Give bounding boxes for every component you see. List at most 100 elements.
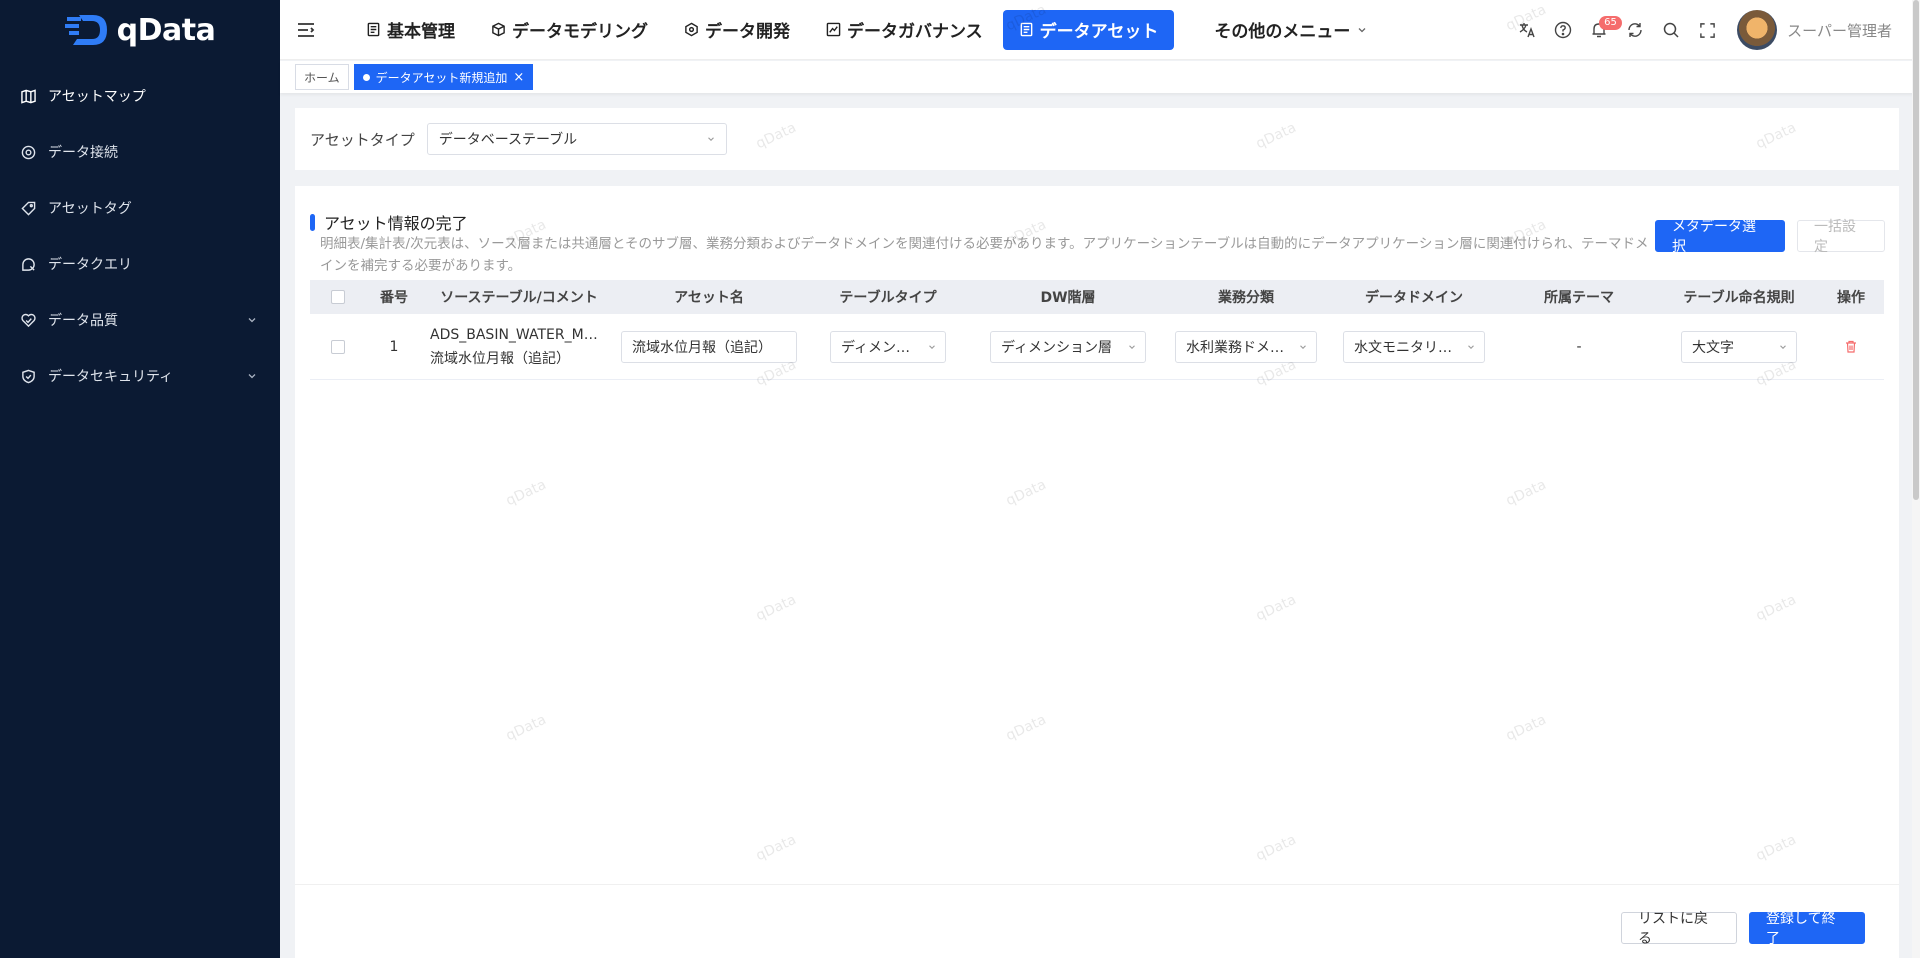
hexagon-icon [685, 22, 698, 37]
naming-rule-value: 大文字 [1692, 339, 1734, 356]
topnav-label: 基本管理 [387, 22, 455, 42]
register-and-finish-button[interactable]: 登録して終了 [1749, 911, 1865, 947]
active-dot-icon [362, 73, 370, 81]
menu-toggle-icon[interactable] [296, 22, 316, 38]
sidebar-item-asset-map[interactable]: アセットマップ [0, 68, 280, 124]
title-accent-bar [310, 213, 315, 231]
search-icon[interactable] [1653, 12, 1689, 48]
sidebar-item-label: データセキュリティ [48, 369, 174, 385]
header-asset-name: アセット名 [674, 290, 744, 306]
business-category-cell: 水利業務ドメイン [1162, 314, 1330, 379]
topnav-label: データガバナンス [847, 22, 983, 42]
row-checkbox[interactable] [331, 339, 345, 354]
close-icon[interactable]: × [513, 70, 524, 85]
asset-table: 番号 ソーステーブル/コメント アセット名 テーブルタイプ DW階層 業務分類 … [310, 280, 1884, 380]
select-metadata-button[interactable]: メタデータ選択 [1655, 219, 1785, 255]
operation-cell [1818, 314, 1884, 379]
cube-icon [492, 22, 505, 37]
chevron-down-icon [1780, 344, 1786, 349]
tab-label: ホーム [304, 70, 340, 85]
sidebar-item-data-query[interactable]: データクエリ [0, 236, 280, 292]
tab-label: データアセット新規追加 [375, 70, 508, 85]
asset-name-cell: 流域水位月報（追記） [616, 314, 802, 379]
select-all-checkbox[interactable] [331, 290, 345, 304]
asset-name-input[interactable]: 流域水位月報（追記） [621, 330, 797, 363]
sidebar-item-data-quality[interactable]: データ品質 [0, 292, 280, 348]
scrollbar-thumb[interactable] [1913, 0, 1919, 500]
page-scrollbar[interactable] [1912, 0, 1920, 958]
section-description: 明細表/集計表/次元表は、ソース層または共通層とそのサブ層、業務分類およびデータ… [320, 236, 1649, 274]
delete-icon[interactable] [1845, 340, 1857, 353]
header-checkbox-cell [310, 280, 366, 314]
row-index: 1 [389, 338, 399, 355]
translate-icon[interactable] [1509, 12, 1545, 48]
sidebar-item-asset-tag[interactable]: アセットタグ [0, 180, 280, 236]
chevron-down-icon [248, 374, 256, 379]
row-source: ADS_BASIN_WATER_MONTHLY 流域水位月報（追記） [422, 314, 616, 379]
chevron-down-icon [1468, 344, 1474, 349]
topnav-basic-management[interactable]: 基本管理 [350, 10, 471, 50]
header-naming-rule: テーブル命名規則 [1683, 290, 1795, 306]
asset-type-label: アセットタイプ [310, 130, 415, 149]
table-type-select[interactable]: ディメンション表 [830, 330, 946, 363]
asset-doc-icon [1020, 22, 1033, 37]
topnav-label: その他のメニュー [1214, 22, 1351, 42]
sidebar-item-label: データクエリ [48, 257, 132, 273]
header-business-category: 業務分類 [1218, 290, 1274, 306]
data-domain-select[interactable]: 水文モニタリング [1343, 330, 1485, 363]
table-type-value: ディメンション表 [841, 339, 921, 356]
tab-asset-new[interactable]: データアセット新規追加 × [353, 64, 534, 90]
help-icon[interactable] [1545, 12, 1581, 48]
topnav-data-development[interactable]: データ開発 [668, 10, 806, 50]
bulk-setting-button[interactable]: 一括設定 [1797, 219, 1885, 255]
avatar[interactable] [1737, 10, 1778, 50]
header-dw-layer: DW階層 [1040, 290, 1096, 306]
chevron-down-icon [929, 344, 935, 349]
footer-divider [295, 884, 1899, 885]
table-type-cell: ディメンション表 [802, 314, 974, 379]
chevron-down-icon [1358, 27, 1366, 32]
tab-home[interactable]: ホーム [295, 64, 349, 90]
refresh-icon[interactable] [1617, 12, 1653, 48]
section-title: アセット情報の完了 [310, 210, 468, 234]
table-row: 1 ADS_BASIN_WATER_MONTHLY 流域水位月報（追記） 流域水… [310, 314, 1884, 380]
notification-bell-icon[interactable]: 65 [1581, 12, 1622, 48]
topnav-more-menu[interactable]: その他のメニュー [1198, 10, 1384, 50]
target-icon [20, 144, 36, 160]
naming-rule-cell: 大文字 [1660, 314, 1818, 379]
topnav-label: データ開発 [705, 22, 790, 42]
source-table-comment: 流域水位月報（追記） [430, 350, 570, 367]
chevron-down-icon [707, 137, 714, 142]
topnav-label: データアセット [1039, 22, 1159, 42]
image-frame-icon [826, 22, 841, 37]
data-domain-cell: 水文モニタリング [1330, 314, 1498, 379]
sidebar-item-label: アセットマップ [48, 89, 146, 105]
sidebar-item-data-security[interactable]: データセキュリティ [0, 348, 280, 404]
topnav-data-modeling[interactable]: データモデリング [475, 10, 664, 50]
header-tools: 65 スーパー管理者 [1509, 0, 1892, 60]
quality-icon [20, 312, 36, 328]
header-operation: 操作 [1837, 290, 1865, 306]
app-logo[interactable]: qData [0, 0, 280, 60]
user-name[interactable]: スーパー管理者 [1787, 20, 1892, 41]
fullscreen-icon[interactable] [1689, 12, 1725, 48]
dw-layer-value: ディメンション層 [1001, 339, 1113, 356]
back-to-list-button[interactable]: リストに戻る [1621, 911, 1737, 947]
topnav-data-asset[interactable]: データアセット [1002, 9, 1175, 50]
asset-type-select[interactable]: データベーステーブル [426, 123, 727, 155]
sidebar: qData アセットマップ データ接続 アセットタグ データクエリ データ品質 … [0, 0, 280, 958]
document-icon [367, 22, 380, 37]
dw-layer-cell: ディメンション層 [974, 314, 1162, 379]
top-header: 基本管理 データモデリング データ開発 データガバナンス データアセット その他… [280, 0, 1920, 60]
asset-type-card: アセットタイプ データベーステーブル [295, 108, 1899, 170]
header-index: 番号 [380, 290, 408, 306]
dw-layer-select[interactable]: ディメンション層 [990, 330, 1146, 363]
header-table-type: テーブルタイプ [839, 290, 937, 306]
asset-type-value: データベーステーブル [438, 132, 578, 148]
section-title-text: アセット情報の完了 [324, 214, 468, 233]
top-nav: 基本管理 データモデリング データ開発 データガバナンス データアセット その他… [350, 0, 1388, 60]
sidebar-item-data-connection[interactable]: データ接続 [0, 124, 280, 180]
topnav-data-governance[interactable]: データガバナンス [810, 10, 999, 50]
naming-rule-select[interactable]: 大文字 [1681, 330, 1797, 363]
business-category-select[interactable]: 水利業務ドメイン [1175, 330, 1317, 363]
